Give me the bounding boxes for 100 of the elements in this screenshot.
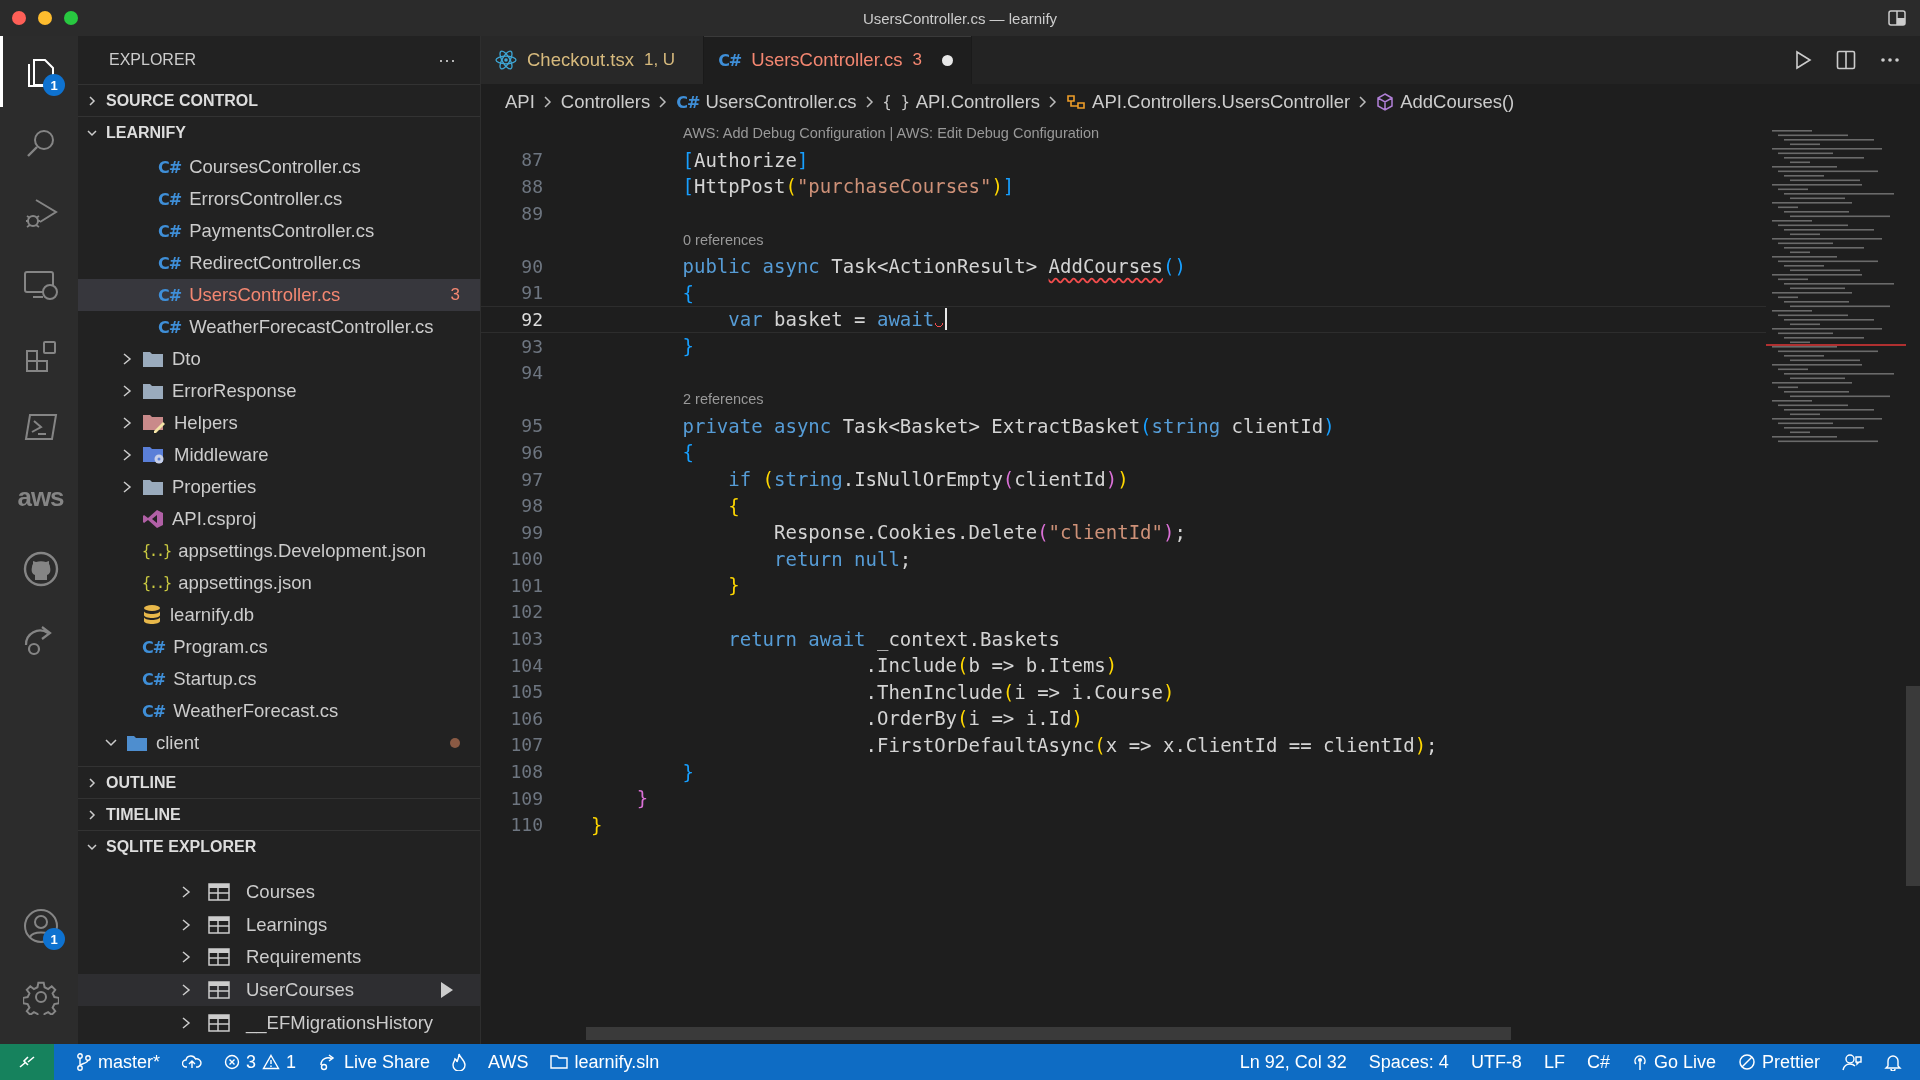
terminal-icon[interactable] [23,411,58,442]
file-item[interactable]: {..} appsettings.Development.json [78,535,480,567]
breadcrumb-item[interactable]: API.Controllers.UsersController [1066,91,1351,113]
code-lens[interactable]: 2 references [683,391,764,408]
file-item[interactable]: C# Program.cs [78,631,480,663]
more-icon[interactable] [1880,57,1900,63]
scrollbar-thumb[interactable] [1906,686,1920,886]
breadcrumb-item[interactable]: API [505,91,535,113]
section-header[interactable]: SQLITE EXPLORER [78,830,480,862]
github-icon[interactable] [22,550,59,587]
slashed-circle-icon [1737,1053,1756,1071]
notification-badge: 1 [43,74,65,96]
file-item[interactable]: API.csproj [78,503,480,535]
extensions-icon[interactable] [23,338,58,373]
line-number: 90 [520,255,543,277]
file-item[interactable]: C# RedirectController.cs [78,247,480,279]
editor-tab[interactable]: C# UsersController.cs 3 [704,36,972,84]
layout-icon[interactable] [1888,10,1906,26]
code-line: if (string.IsNullOrEmpty(clientId)) [727,468,1129,490]
notification-badge: 1 [43,928,65,950]
flame-icon[interactable] [452,1053,467,1071]
close-window-button[interactable] [12,11,26,25]
line-number: 99 [520,521,543,543]
file-item[interactable]: Properties [78,471,480,503]
maximize-window-button[interactable] [64,11,78,25]
status-item[interactable]: LF [1543,1051,1565,1073]
prettier-button[interactable]: Prettier [1737,1051,1820,1073]
line-number: 105 [509,681,543,703]
file-item[interactable]: C# UsersController.cs 3 [78,279,480,311]
status-item[interactable]: C# [1586,1051,1610,1073]
file-item[interactable]: client [78,727,480,759]
table-item[interactable]: Learnings [78,908,480,942]
file-item[interactable]: {..} appsettings.json [78,567,480,599]
csharp-file-icon: C# [158,253,182,273]
sidebar-title: EXPLORER [109,51,197,69]
breadcrumb-item[interactable]: AddCourses() [1376,91,1515,113]
file-item[interactable]: C# WeatherForecast.cs [78,695,480,727]
aws-logo[interactable]: aws [17,482,64,513]
solution-button[interactable]: learnify.sln [550,1051,660,1073]
line-number: 102 [509,601,543,623]
csharp-file-icon: C# [158,189,182,209]
line-number: 95 [520,415,543,437]
branch-button[interactable]: master* [76,1051,160,1073]
table-item[interactable]: UserCourses [78,973,480,1007]
breadcrumb-item[interactable]: { } API.Controllers [882,91,1041,113]
more-actions-button[interactable]: ··· [434,49,460,71]
editor-tab[interactable]: Checkout.tsx 1, U [481,36,705,84]
file-item[interactable]: Helpers [78,407,480,439]
section-header[interactable]: LEARNIFY [78,116,480,148]
scrollbar-thumb[interactable] [586,1027,1511,1040]
status-item[interactable]: Ln 92, Col 32 [1239,1051,1347,1073]
cloud-upload-icon[interactable] [182,1054,202,1070]
chevron-icon [1358,95,1369,109]
monitor-icon[interactable] [22,268,59,301]
section-header[interactable]: OUTLINE [78,766,480,798]
text-cursor [945,308,948,331]
section-header[interactable]: TIMELINE [78,798,480,830]
line-number: 94 [520,362,543,384]
code-line: private async Task<Basket> ExtractBasket(string clientId) [681,414,1335,437]
file-item[interactable]: learnify.db [78,599,480,631]
problems-button[interactable]: 3 1 [224,1051,297,1073]
file-item[interactable]: C# Startup.cs [78,663,480,695]
run-icon[interactable] [1794,50,1812,70]
account-icon[interactable] [22,907,59,944]
code-line: [HttpPost("purchaseCourses")] [681,175,1015,198]
play-icon[interactable] [440,981,454,1000]
chevron-icon [86,94,98,107]
split-editor-icon[interactable] [1836,50,1856,70]
table-item[interactable]: Requirements [78,941,480,974]
breadcrumb-item[interactable]: Controllers [560,91,651,113]
live-share-button[interactable]: Live Share [318,1051,431,1073]
chevron-icon [658,95,669,109]
file-item[interactable]: Middleware [78,439,480,471]
file-item[interactable]: C# ErrorsController.cs [78,183,480,215]
file-item[interactable]: C# PaymentsController.cs [78,215,480,247]
status-item[interactable]: AWS [488,1051,529,1073]
breadcrumb-item[interactable]: C# UsersController.cs [676,91,857,113]
folder-icon [142,350,164,368]
go-live-button[interactable]: Go Live [1631,1051,1716,1073]
code-line: return null; [773,547,912,570]
modified-dot-icon [450,738,460,748]
bell-icon[interactable] [1884,1053,1902,1071]
table-item[interactable]: Courses [78,876,480,909]
code-lens[interactable]: 0 references [683,231,764,248]
play-bug-icon[interactable] [23,196,58,231]
file-item[interactable]: C# CoursesController.cs [78,151,480,183]
broadcast-icon [1631,1053,1648,1071]
code-line: } [635,787,649,810]
file-item[interactable]: ErrorResponse [78,375,480,407]
table-item[interactable]: __EFMigrationsHistory [78,1006,480,1039]
status-item[interactable]: UTF-8 [1470,1051,1522,1073]
status-item[interactable]: Spaces: 4 [1368,1051,1449,1073]
file-item[interactable]: Dto [78,343,480,375]
section-header[interactable]: SOURCE CONTROL [78,84,480,116]
feedback-icon[interactable] [1842,1053,1862,1071]
code-line: } [727,574,740,597]
code-lens[interactable]: AWS: Add Debug Configuration | AWS: Edit Debug Configuration [683,125,1100,142]
minimize-window-button[interactable] [38,11,52,25]
code-line: Response.Cookies.Delete("clientId"); [773,521,1186,544]
file-item[interactable]: C# WeatherForecastController.cs [78,311,480,343]
